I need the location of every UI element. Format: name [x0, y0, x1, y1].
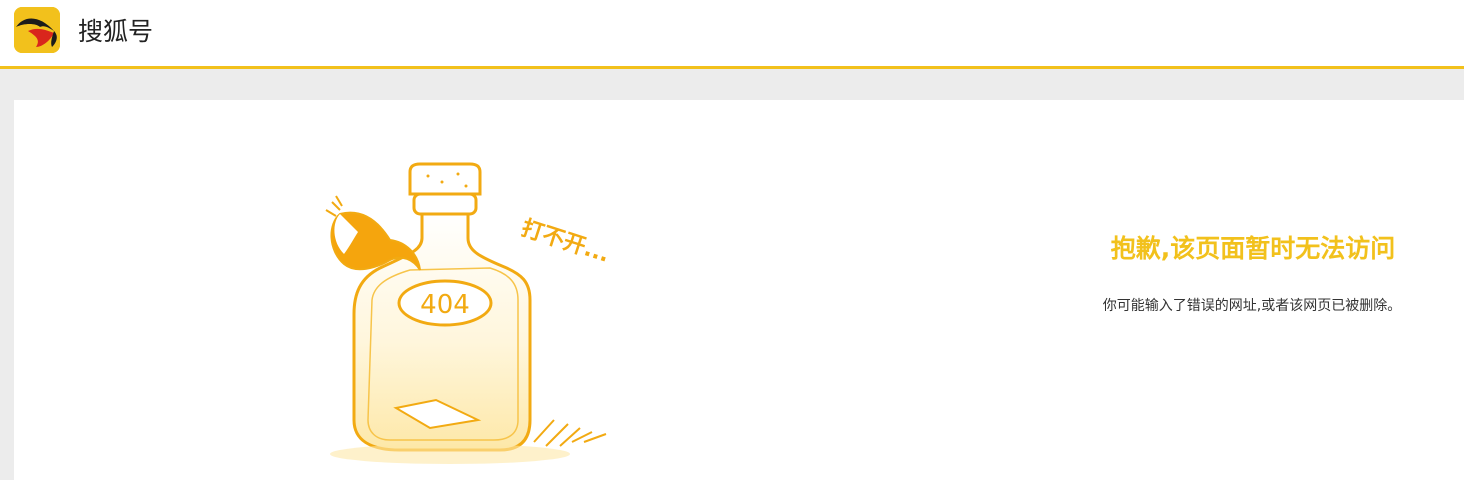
sohu-fox-logo-icon[interactable]	[14, 7, 60, 53]
top-bar: 搜狐号	[0, 0, 1464, 69]
error-card	[14, 100, 1464, 480]
illustration-caption: 打不开...	[518, 216, 612, 268]
fox-tail-bottle-404-illustration: 404 打不开...	[310, 150, 630, 480]
bottle-label-404: 404	[420, 290, 470, 320]
brand-name[interactable]: 搜狐号	[78, 15, 153, 49]
error-title: 抱歉,该页面暂时无法访问	[1110, 234, 1396, 263]
error-subtitle: 你可能输入了错误的网址,或者该网页已被删除。	[1102, 298, 1402, 314]
